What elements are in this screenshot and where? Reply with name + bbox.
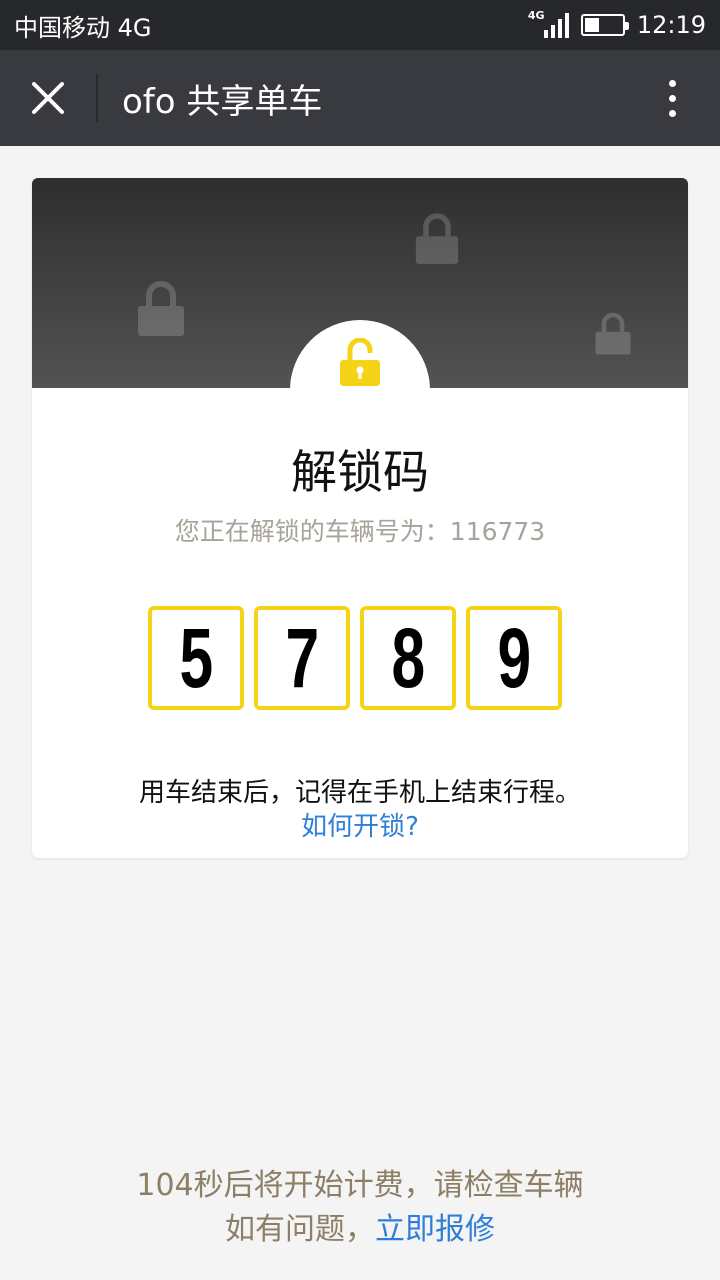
close-icon: [32, 82, 64, 114]
status-bar: 中国移动 4G 4G 12:19: [0, 0, 720, 50]
carrier-label: 中国移动 4G: [14, 13, 152, 42]
battery-icon: [580, 14, 629, 36]
network-type-badge: 4G: [527, 9, 545, 22]
code-digit: 8: [360, 606, 456, 710]
end-trip-reminder: 用车结束后，记得在手机上结束行程。: [138, 778, 581, 808]
close-button[interactable]: [0, 50, 96, 146]
code-digit: 9: [466, 606, 562, 710]
unlocked-padlock-icon: [340, 338, 380, 386]
nav-bar: ofo 共享单车: [0, 50, 720, 146]
more-vertical-icon: [668, 79, 676, 87]
report-problem-line: 如有问题，立即报修: [0, 1204, 720, 1248]
unlock-code-digits: 5 7 8 9: [148, 606, 562, 710]
background-lock-icon: [595, 312, 631, 355]
code-digit: 5: [148, 606, 244, 710]
nav-divider: [96, 74, 98, 122]
how-to-unlock-link[interactable]: 如何开锁?: [32, 806, 688, 843]
code-digit: 7: [254, 606, 350, 710]
billing-countdown-text: 104秒后将开始计费，请检查车辆: [136, 1168, 584, 1203]
unlock-code-title: 解锁码: [291, 445, 429, 499]
unlock-code-card: 解锁码 您正在解锁的车辆号为：116773 5 7 8 9 用车结束后，记得在手…: [32, 178, 688, 858]
background-lock-icon: [415, 213, 459, 264]
signal-icon: 4G: [527, 9, 569, 38]
page-title: ofo 共享单车: [122, 81, 323, 122]
status-icons: 4G 12:19: [527, 9, 706, 39]
background-lock-icon: [138, 281, 184, 336]
problem-prefix-text: 如有问题，: [225, 1212, 375, 1247]
clock: 12:19: [636, 11, 706, 39]
more-menu-button[interactable]: [624, 50, 720, 146]
report-repair-link[interactable]: 立即报修: [375, 1212, 495, 1247]
bike-number-text: 您正在解锁的车辆号为：116773: [174, 517, 546, 546]
